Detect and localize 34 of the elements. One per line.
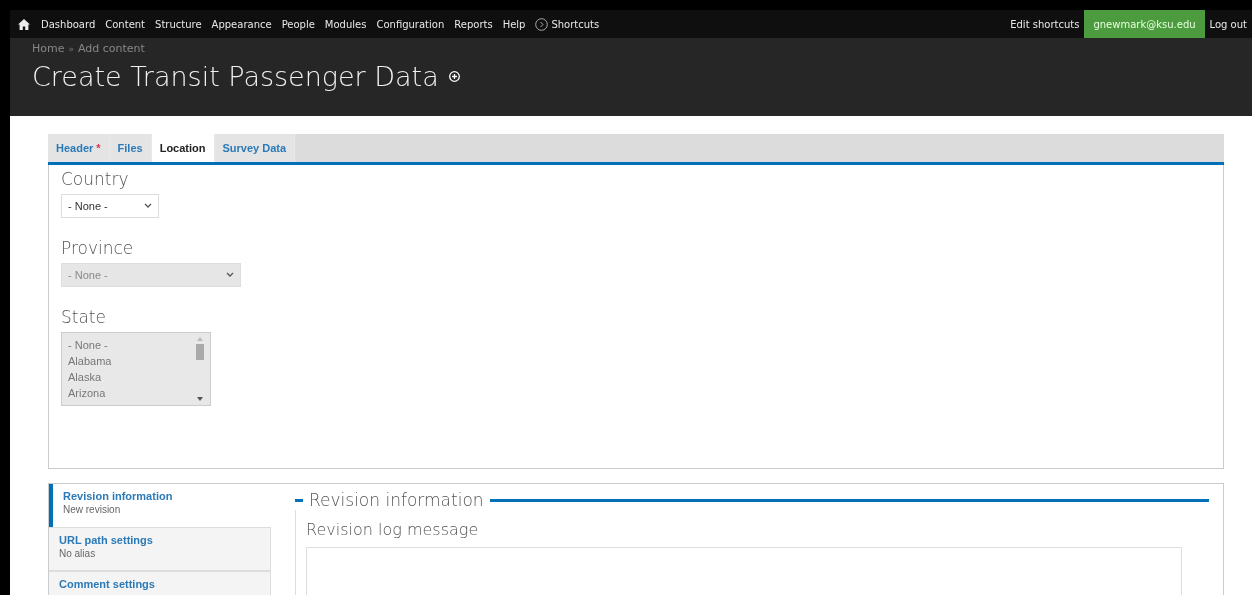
vertical-tab[interactable]: URL path settings No alias: [49, 527, 271, 571]
field-label: State: [61, 307, 107, 327]
field-label: Country: [61, 169, 130, 189]
toolbar-link[interactable]: Log out: [1204, 10, 1252, 38]
caret-icon: [144, 203, 152, 209]
home-icon[interactable]: [18, 18, 30, 30]
shortcuts-menu[interactable]: Shortcuts: [530, 10, 605, 38]
toolbar-link[interactable]: Edit shortcuts: [1005, 10, 1085, 38]
fieldset-legend: Revision information: [309, 490, 484, 510]
caret-icon: [226, 272, 234, 278]
toolbar-menu-item[interactable]: Appearance: [206, 10, 277, 38]
breadcrumb-link[interactable]: Home: [32, 42, 65, 55]
chevron-circle-icon: [535, 17, 549, 31]
toolbar-menu-item[interactable]: Configuration: [371, 10, 450, 38]
tab[interactable]: Survey Data: [214, 134, 296, 162]
vertical-tab[interactable]: Comment settings: [49, 570, 271, 595]
tab[interactable]: Header *: [48, 134, 110, 162]
tab[interactable]: Location: [151, 134, 215, 162]
field-label: Province: [61, 238, 135, 258]
breadcrumb-link[interactable]: Add content: [78, 42, 145, 55]
toolbar-menu-item[interactable]: Reports: [449, 10, 498, 38]
tab[interactable]: Files: [109, 134, 152, 162]
toolbar-menu-item[interactable]: Dashboard: [36, 10, 101, 38]
add-shortcut-icon[interactable]: [448, 71, 460, 82]
toolbar-menu-item[interactable]: Modules: [319, 10, 372, 38]
toolbar-menu-item[interactable]: Help: [497, 10, 531, 38]
toolbar-menu-item[interactable]: Content: [100, 10, 151, 38]
toolbar-menu-item[interactable]: People: [276, 10, 320, 38]
revision-log-field[interactable]: [306, 547, 1182, 595]
toolbar-menu-item[interactable]: Structure: [150, 10, 207, 38]
breadcrumb-separator: »: [68, 43, 74, 54]
dropdown[interactable]: - None -: [61, 194, 159, 218]
page-title: Create Transit Passenger Data: [32, 61, 439, 92]
field-label: Revision log message: [306, 520, 480, 539]
